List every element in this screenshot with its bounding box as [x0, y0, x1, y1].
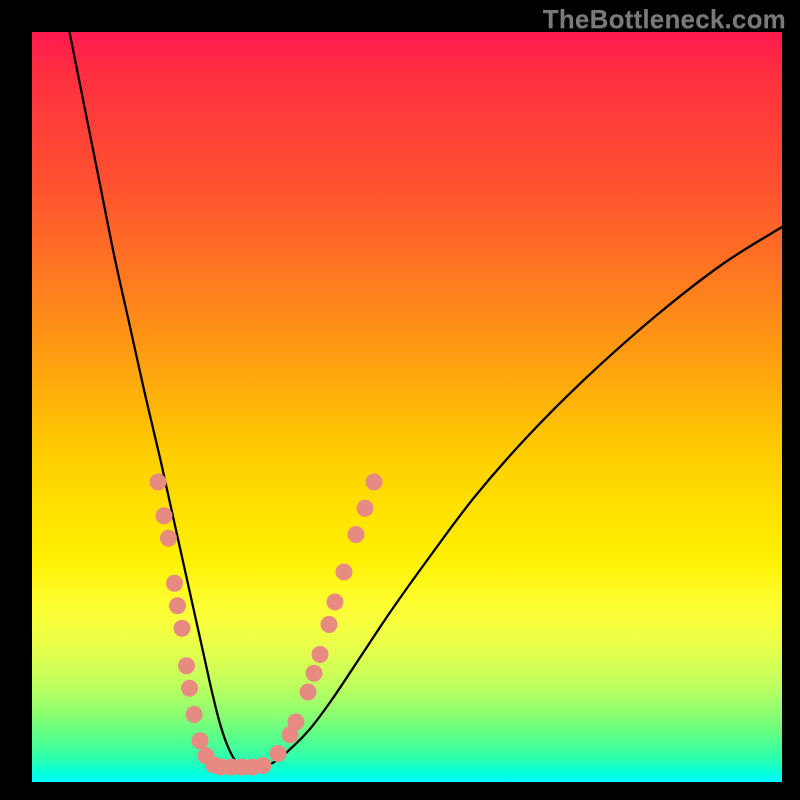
curve-marker: [357, 500, 374, 517]
watermark-text: TheBottleneck.com: [543, 4, 786, 35]
curve-markers: [150, 474, 383, 776]
curve-marker: [166, 575, 183, 592]
curve-marker: [321, 616, 338, 633]
chart-frame: TheBottleneck.com: [0, 0, 800, 800]
curve-marker: [192, 732, 209, 749]
curve-marker: [306, 665, 323, 682]
bottleneck-curve: [70, 32, 783, 768]
curve-marker: [150, 474, 167, 491]
curve-marker: [336, 564, 353, 581]
curve-marker: [348, 526, 365, 543]
curve-marker: [178, 657, 195, 674]
curve-marker: [288, 714, 305, 731]
curve-marker: [160, 530, 177, 547]
chart-svg: [32, 32, 782, 782]
curve-marker: [169, 597, 186, 614]
curve-marker: [186, 706, 203, 723]
curve-marker: [327, 594, 344, 611]
curve-marker: [174, 620, 191, 637]
curve-marker: [156, 507, 173, 524]
curve-marker: [300, 684, 317, 701]
curve-marker: [255, 757, 272, 774]
curve-marker: [181, 680, 198, 697]
curve-marker: [366, 474, 383, 491]
curve-marker: [270, 745, 287, 762]
curve-marker: [312, 646, 329, 663]
